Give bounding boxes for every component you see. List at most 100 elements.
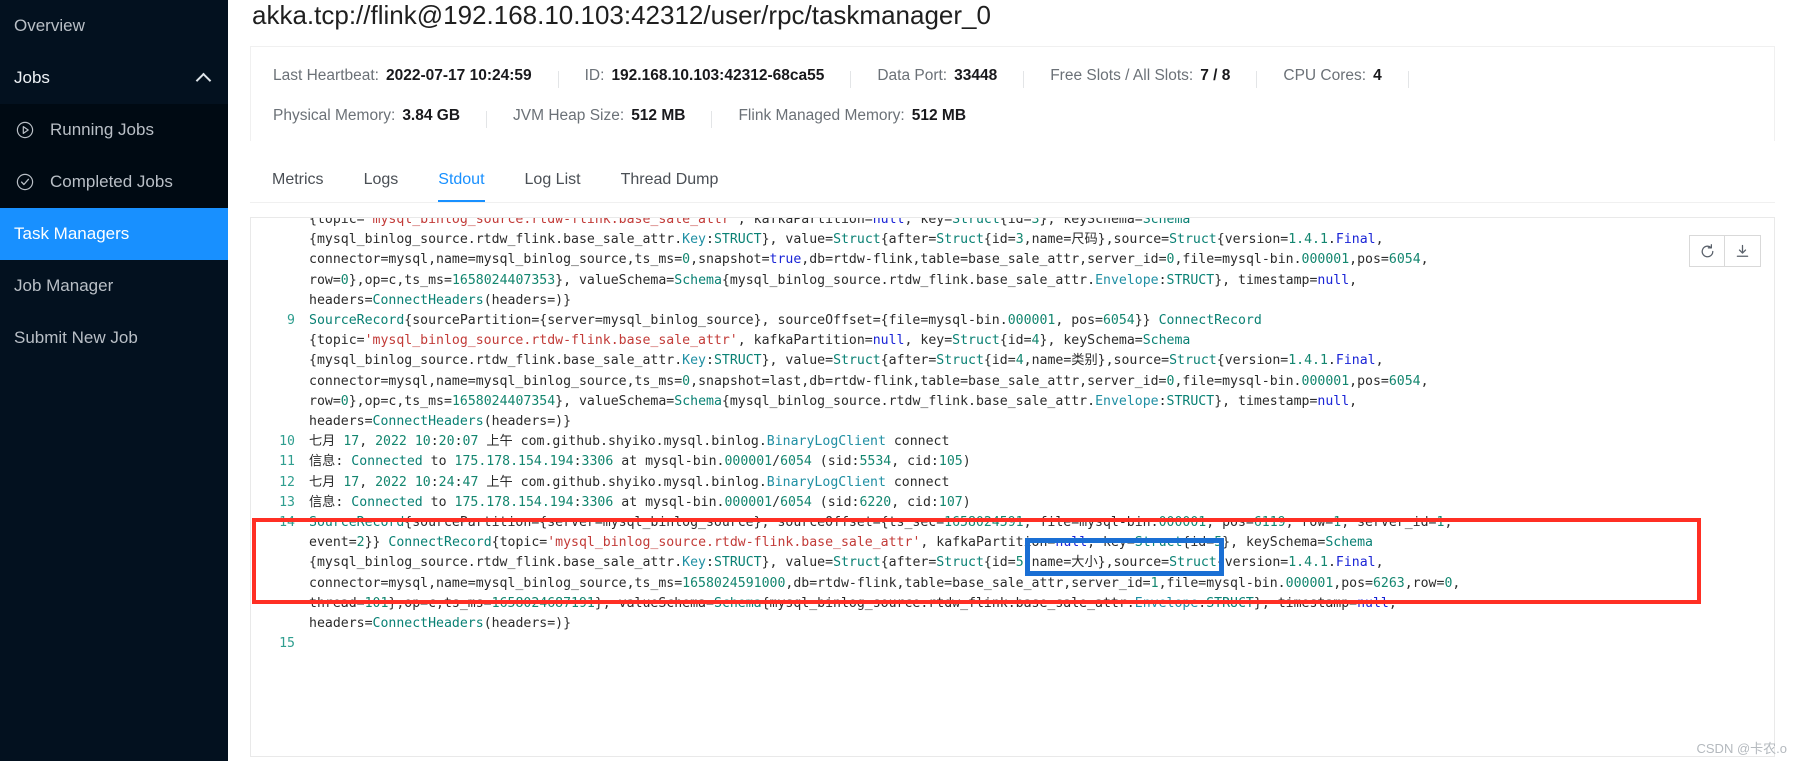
log-token: connector=mysql,name=mysql_binlog_source… (309, 575, 683, 591)
sidebar-item-completed-jobs[interactable]: Completed Jobs (0, 156, 228, 208)
log-token: 信息: (309, 494, 352, 510)
info-value: 2022-07-17 10:24:59 (385, 67, 532, 84)
log-line-text: {mysql_binlog_source.rtdw_flink.base_sal… (309, 553, 1774, 573)
log-token: 24 (438, 474, 455, 490)
log-token: {id= (999, 217, 1032, 227)
log-line: 11 信息: Connected to 175.178.154.194:3306 … (251, 452, 1774, 472)
log-token: 0 (340, 272, 349, 288)
log-token: ,file=mysql-bin. (1174, 252, 1302, 268)
log-token: 5 (1015, 555, 1024, 571)
log-line: {topic='mysql_binlog_source.rtdw-flink.b… (251, 217, 1774, 230)
log-token: 6054 (780, 454, 812, 470)
tab-thread-dump[interactable]: Thread Dump (621, 171, 719, 202)
download-button[interactable] (1725, 235, 1761, 267)
sidebar-item-job-manager[interactable]: Job Manager (0, 260, 228, 312)
log-token: (sid: (811, 494, 860, 510)
tab-stdout[interactable]: Stdout (438, 171, 485, 202)
log-token: {mysql_binlog_source.rtdw_flink.base_sal… (309, 555, 683, 571)
log-token: },op=c,ts_ms= (388, 595, 492, 611)
log-token: Struct (833, 353, 881, 369)
log-line-number: 10 (279, 434, 295, 450)
sidebar: Overview Jobs Running Jobs Completed Job… (0, 0, 228, 761)
log-token: 1658024591 (944, 515, 1024, 531)
log-token: , row= (1285, 515, 1334, 531)
log-token: . (1327, 555, 1336, 571)
sidebar-item-label: Running Jobs (50, 120, 154, 139)
log-token: BinaryLogClient (766, 474, 886, 490)
log-line-text: SourceRecord{sourcePartition={server=mys… (309, 311, 1774, 331)
log-line: connector=mysql,name=mysql_binlog_source… (251, 372, 1774, 392)
log-token: (sid: (811, 454, 860, 470)
page-title: akka.tcp://flink@192.168.10.103:42312/us… (252, 0, 991, 30)
log-token: , key= (904, 333, 953, 349)
log-token: 5 (1214, 535, 1223, 551)
log-token: 3306 (581, 494, 614, 510)
log-token: thread= (309, 595, 365, 611)
log-token: Struct (833, 555, 881, 571)
log-token: ,pos= (1349, 252, 1389, 268)
tab-log-list[interactable]: Log List (525, 171, 581, 202)
log-token: }, value= (761, 353, 834, 369)
log-token: 07 (462, 434, 479, 450)
refresh-button[interactable] (1689, 235, 1725, 267)
log-token: ,snapshot= (690, 252, 770, 268)
sidebar-group-jobs[interactable]: Jobs (0, 52, 228, 104)
log-token: ConnectHeaders (372, 292, 484, 308)
log-token: SourceRecord (309, 313, 405, 329)
log-token: null (1317, 393, 1350, 409)
log-token: Schema (1142, 217, 1191, 227)
log-token: STRUCT (1166, 393, 1215, 409)
log-line-text: SourceRecord{sourcePartition={server=mys… (309, 513, 1774, 533)
log-token: }, keySchema= (1222, 535, 1326, 551)
log-token: }, value= (761, 555, 834, 571)
info-row: Physical Memory: 3.84 GB JVM Heap Size: 512… (273, 103, 1752, 129)
log-token: , (359, 474, 376, 490)
log-token: : (706, 555, 714, 571)
log-token: ) (962, 494, 971, 510)
log-token: null (872, 217, 905, 227)
sidebar-item-label: Task Managers (14, 224, 130, 243)
log-token: 0 (682, 373, 691, 389)
log-line: 14 SourceRecord{sourcePartition={server=m… (251, 513, 1774, 533)
log-line: 9 SourceRecord{sourcePartition={server=my… (251, 311, 1774, 331)
log-token: {id= (983, 232, 1016, 248)
sidebar-item-overview[interactable]: Overview (0, 0, 228, 52)
log-token: (headers=)} (483, 616, 572, 632)
log-scroll-container[interactable]: {topic='mysql_binlog_source.rtdw-flink.b… (250, 217, 1775, 757)
chevron-up-icon (198, 72, 210, 84)
info-separator (1023, 70, 1025, 88)
log-line-number: 14 (279, 515, 295, 531)
log-token: ConnectHeaders (372, 616, 484, 632)
log-token: {mysql_binlog_source.rtdw_flink.base_sal… (721, 393, 1096, 409)
log-token: , (1349, 393, 1358, 409)
log-token: 47 (462, 474, 479, 490)
log-line-text: 信息: Connected to 175.178.154.194:3306 at… (309, 452, 1774, 472)
log-token: 5534 (859, 454, 892, 470)
log-token: 2 (356, 535, 365, 551)
info-cell: Free Slots / All Slots: 7 / 8 (1050, 67, 1230, 85)
log-token: 6054 (1102, 313, 1135, 329)
sidebar-item-submit-new-job[interactable]: Submit New Job (0, 312, 228, 364)
tab-metrics[interactable]: Metrics (272, 171, 324, 202)
info-key: Flink Managed Memory: (738, 107, 905, 124)
info-value: 7 / 8 (1200, 67, 1231, 84)
log-token: 1 (1150, 575, 1159, 591)
log-token: ,pos= (1333, 575, 1373, 591)
log-token: }, valueSchema= (594, 595, 714, 611)
sidebar-item-running-jobs[interactable]: Running Jobs (0, 104, 228, 156)
log-line: row=0},op=c,ts_ms=1658024407353}, valueS… (251, 271, 1774, 291)
info-separator (557, 70, 559, 88)
log-token: (headers=)} (483, 292, 572, 308)
log-token: BinaryLogClient (766, 434, 886, 450)
log-line: headers=ConnectHeaders(headers=)} (251, 291, 1774, 311)
log-token: 105 (938, 454, 963, 470)
log-token: {sourcePartition={server=mysql_binlog_so… (404, 313, 1008, 329)
log-token: 0 (340, 393, 349, 409)
log-token: Envelope (1095, 393, 1159, 409)
taskmanager-info-panel: Last Heartbeat: 2022-07-17 10:24:59 ID: 192… (250, 46, 1775, 141)
log-token: : (454, 474, 463, 490)
sidebar-item-task-managers[interactable]: Task Managers (0, 208, 228, 260)
tab-logs[interactable]: Logs (364, 171, 399, 202)
log-token: to (422, 494, 455, 510)
log-line-text: {topic='mysql_binlog_source.rtdw-flink.b… (309, 331, 1774, 351)
